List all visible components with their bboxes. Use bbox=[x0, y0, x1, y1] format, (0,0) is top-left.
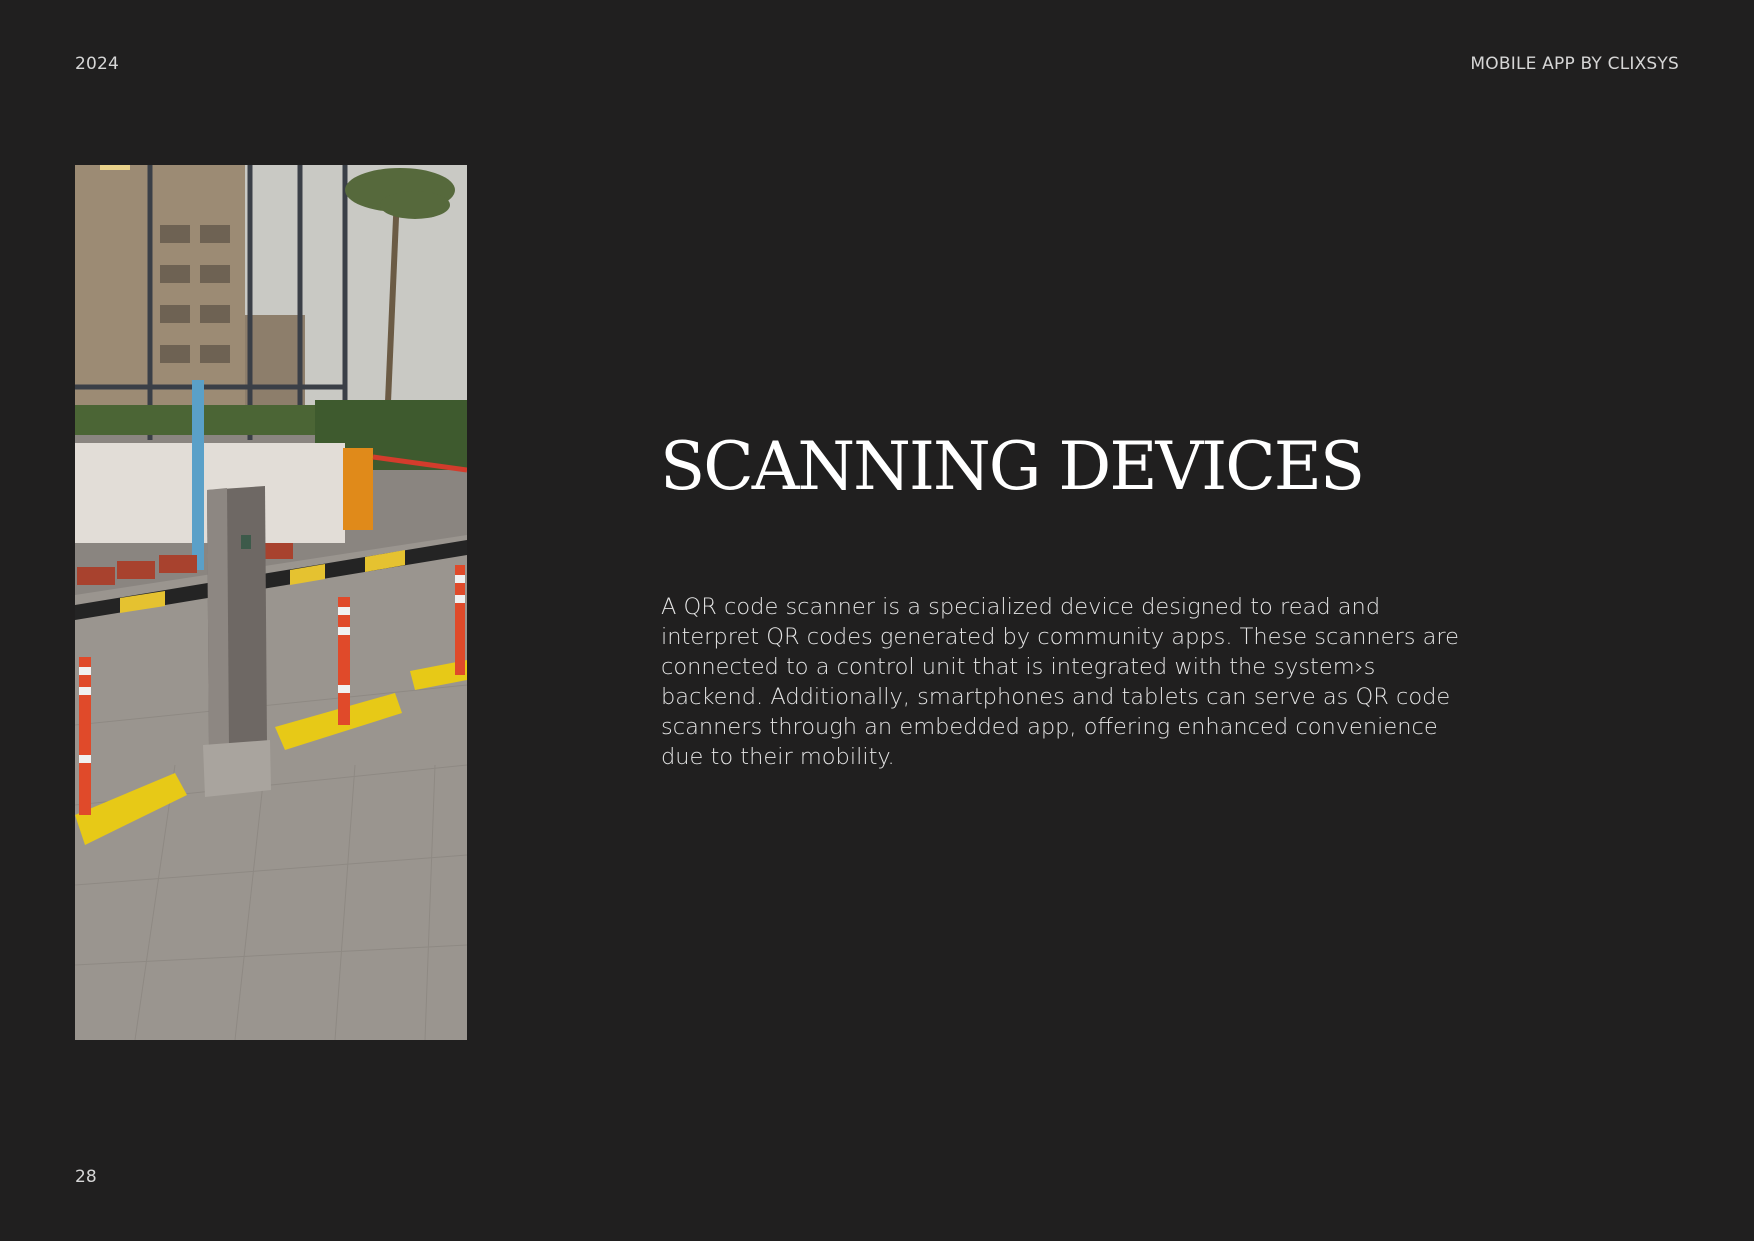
header-brand: MOBILE APP BY CLIXSYS bbox=[1470, 54, 1679, 74]
page-number: 28 bbox=[75, 1167, 97, 1187]
page-title: SCANNING DEVICES bbox=[660, 428, 1365, 505]
body-paragraph: A QR code scanner is a specialized devic… bbox=[661, 594, 1459, 770]
scanner-photo bbox=[75, 165, 467, 1040]
header-year: 2024 bbox=[75, 54, 120, 74]
